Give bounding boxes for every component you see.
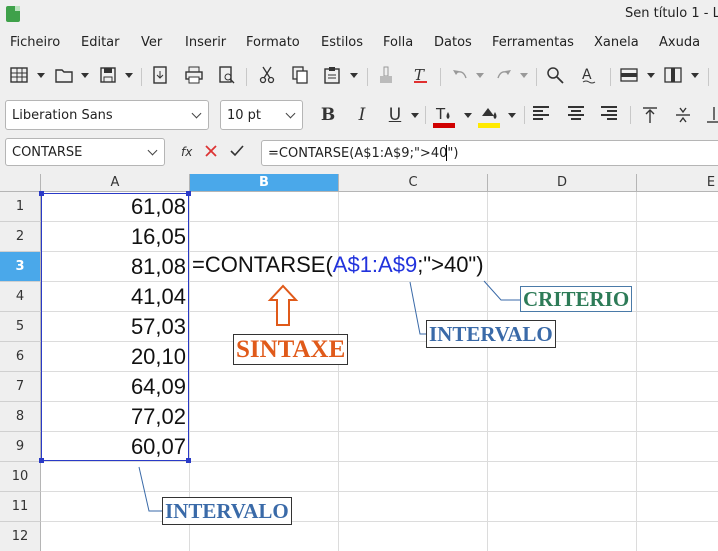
function-wizard-icon[interactable]: fx <box>181 145 192 159</box>
export-pdf-icon[interactable] <box>150 66 170 86</box>
standard-toolbar: T A <box>0 60 718 92</box>
menu-axuda[interactable]: Axuda <box>659 35 700 50</box>
menu-inserir[interactable]: Inserir <box>185 35 226 50</box>
criterion-annotation: CRITERIO <box>520 286 633 312</box>
highlight-dropdown-icon[interactable] <box>508 113 516 118</box>
paste-icon[interactable] <box>322 66 342 86</box>
menu-xanela[interactable]: Xanela <box>594 35 639 50</box>
menu-formato[interactable]: Formato <box>246 35 300 50</box>
row-icon[interactable] <box>619 66 639 86</box>
align-left-icon[interactable] <box>533 106 549 122</box>
new-dropdown-icon[interactable] <box>37 73 45 78</box>
chevron-down-icon[interactable] <box>285 108 296 119</box>
syntax-annotation: SINTAXE <box>233 334 349 365</box>
row-dropdown-icon[interactable] <box>647 73 655 78</box>
menu-editar[interactable]: Editar <box>81 35 120 50</box>
align-top-icon[interactable] <box>639 104 661 126</box>
column-dropdown-icon[interactable] <box>691 73 699 78</box>
undo-dropdown-icon[interactable] <box>476 73 484 78</box>
cut-icon[interactable] <box>257 66 277 86</box>
toolbar-separator <box>536 68 537 86</box>
up-arrow-icon <box>267 284 299 326</box>
menu-ver[interactable]: Ver <box>141 35 162 50</box>
name-box[interactable]: CONTARSE <box>5 138 165 166</box>
interval-annotation-column: INTERVALO <box>162 497 292 525</box>
toolbar-separator <box>141 68 142 86</box>
toolbar-separator <box>425 106 426 124</box>
copy-icon[interactable] <box>290 66 310 86</box>
menu-estilos[interactable]: Estilos <box>321 35 363 50</box>
chevron-down-icon[interactable] <box>191 108 202 119</box>
cancel-icon[interactable] <box>204 144 218 162</box>
font-color-dropdown-icon[interactable] <box>464 113 472 118</box>
font-size-value: 10 pt <box>227 108 262 123</box>
toolbar-separator <box>610 68 611 86</box>
accept-icon[interactable] <box>230 144 244 162</box>
formula-input[interactable]: =CONTARSE(A$1:A$9;">40") <box>261 140 718 166</box>
toolbar-separator <box>367 68 368 86</box>
clear-formatting-icon[interactable]: T <box>410 66 430 86</box>
text-caret <box>446 145 447 161</box>
spelling-icon[interactable]: A <box>579 66 599 86</box>
redo-icon[interactable] <box>494 66 514 86</box>
menu-folla[interactable]: Folla <box>383 35 413 50</box>
align-bottom-icon[interactable] <box>703 104 718 126</box>
leader-line <box>483 280 522 301</box>
formatting-toolbar: Liberation Sans 10 pt B I U T <box>0 98 718 132</box>
toolbar-separator <box>440 68 441 86</box>
undo-icon[interactable] <box>450 66 470 86</box>
toolbar-separator <box>708 68 709 86</box>
svg-text:T: T <box>435 105 446 123</box>
font-name-combo[interactable]: Liberation Sans <box>5 100 209 130</box>
chevron-down-icon[interactable] <box>147 145 158 156</box>
print-icon[interactable] <box>184 66 204 86</box>
font-color-swatch <box>433 123 455 128</box>
open-dropdown-icon[interactable] <box>81 73 89 78</box>
menu-datos[interactable]: Datos <box>434 35 472 50</box>
underline-button[interactable]: U <box>384 104 406 126</box>
redo-dropdown-icon[interactable] <box>520 73 528 78</box>
column-icon[interactable] <box>663 66 683 86</box>
open-folder-icon[interactable] <box>54 66 74 86</box>
new-spreadsheet-icon[interactable] <box>9 66 29 86</box>
find-replace-icon[interactable] <box>545 66 565 86</box>
leader-line <box>138 466 164 512</box>
clone-formatting-icon[interactable] <box>376 66 396 86</box>
save-dropdown-icon[interactable] <box>125 73 133 78</box>
menu-ficheiro[interactable]: Ficheiro <box>10 35 60 50</box>
window-title: Sen título 1 - L <box>625 6 718 21</box>
font-name-value: Liberation Sans <box>12 108 113 123</box>
menu-bar: Ficheiro Editar Ver Inserir Formato Esti… <box>0 30 718 56</box>
save-icon[interactable] <box>98 66 118 86</box>
name-box-value: CONTARSE <box>12 145 83 160</box>
bold-button[interactable]: B <box>317 104 339 126</box>
title-bar: Sen título 1 - L <box>0 0 718 30</box>
paste-dropdown-icon[interactable] <box>350 73 358 78</box>
align-right-icon[interactable] <box>601 106 617 122</box>
app-icon <box>6 6 20 22</box>
formula-bar: CONTARSE fx =CONTARSE(A$1:A$9;">40") <box>0 138 718 168</box>
toolbar-separator <box>246 68 247 86</box>
annotation-overlay <box>138 280 522 512</box>
align-middle-icon[interactable] <box>672 104 694 126</box>
italic-button[interactable]: I <box>351 104 373 126</box>
align-center-icon[interactable] <box>568 106 584 122</box>
interval-annotation-formula: INTERVALO <box>426 320 556 348</box>
toolbar-separator <box>524 106 525 124</box>
underline-dropdown-icon[interactable] <box>411 113 419 118</box>
toolbar-separator <box>630 106 631 124</box>
formula-text: =CONTARSE(A$1:A$9;">40") <box>268 146 459 161</box>
print-preview-icon[interactable] <box>217 66 237 86</box>
spreadsheet-grid: A B C D E 1 2 3 4 5 6 7 8 9 10 11 12 61,… <box>0 174 718 551</box>
menu-ferramentas[interactable]: Ferramentas <box>492 35 574 50</box>
highlight-color-swatch <box>478 123 500 128</box>
font-size-combo[interactable]: 10 pt <box>220 100 303 130</box>
